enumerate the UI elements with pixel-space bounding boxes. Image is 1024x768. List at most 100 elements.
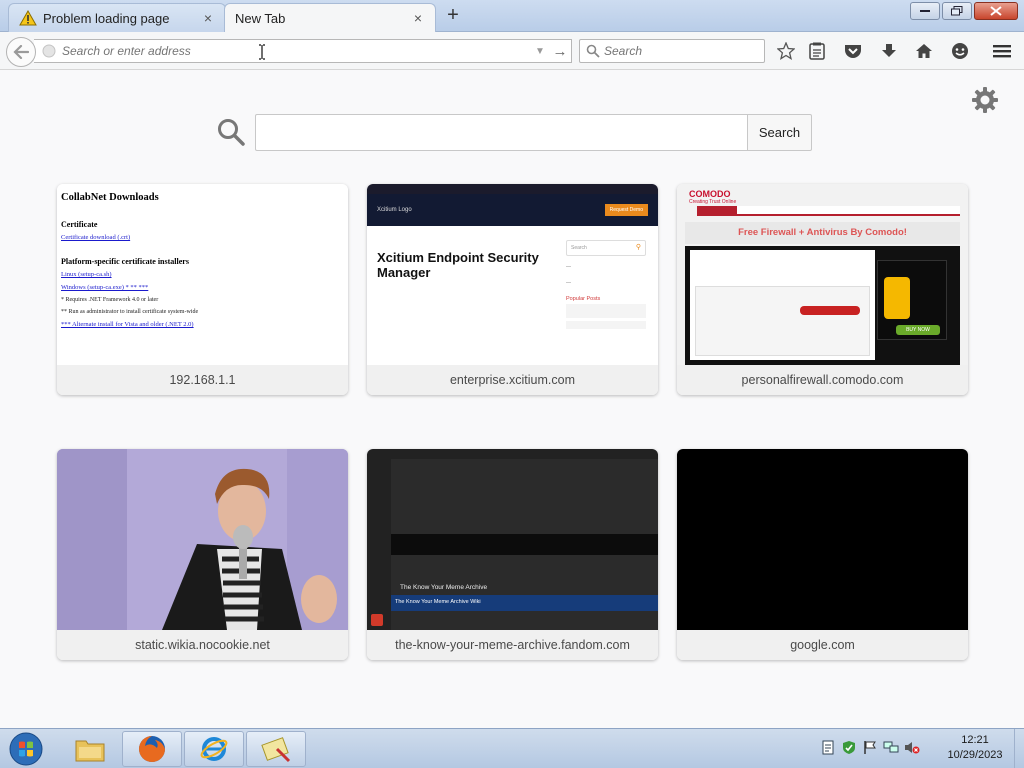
thumb-product-box: BUY NOW: [877, 260, 947, 340]
firefox-icon: [139, 736, 165, 762]
thumb-red-icon: [371, 614, 383, 626]
search-input[interactable]: [604, 44, 764, 58]
minimize-button[interactable]: [910, 2, 940, 20]
thumb-link: Certificate download (.crt): [61, 234, 131, 241]
tile-thumbnail: [677, 449, 968, 630]
tray-document-icon[interactable]: [820, 739, 836, 755]
top-site-tile[interactable]: static.wikia.nocookie.net: [57, 449, 348, 660]
paint-tool-icon: [261, 737, 291, 763]
thumb-search-box: Search ⚲: [566, 240, 646, 256]
pocket-icon[interactable]: [843, 41, 863, 61]
thumb-topbar: [367, 184, 658, 194]
thumb-link: Linux (setup-ca.sh): [61, 271, 112, 278]
tab-title: New Tab: [235, 10, 286, 26]
history-dropdown-icon[interactable]: ▼: [531, 46, 549, 57]
window-controls: [910, 2, 1018, 20]
bookmark-star-icon[interactable]: [776, 41, 796, 61]
content-search-input[interactable]: [255, 114, 748, 151]
tab-new-tab[interactable]: New Tab ×: [224, 3, 436, 32]
thumb-post: [566, 321, 646, 329]
tray-action-center-flag-icon[interactable]: [862, 739, 878, 755]
tile-label: personalfirewall.comodo.com: [677, 365, 968, 395]
thumb-red-button: [800, 306, 860, 315]
back-button[interactable]: [6, 37, 36, 67]
content-search-button[interactable]: Search: [747, 114, 812, 151]
taskbar-app[interactable]: [246, 731, 306, 767]
tile-label: the-know-your-meme-archive.fandom.com: [367, 630, 658, 660]
title-bar: Problem loading page × New Tab × +: [0, 0, 1024, 32]
thumb-panel: BUY NOW: [685, 246, 960, 365]
internet-explorer-icon: [200, 737, 228, 761]
close-tab-icon[interactable]: ×: [411, 11, 425, 25]
thumb-popular-posts: Popular Posts: [566, 296, 601, 302]
thumb-buy-button: BUY NOW: [896, 325, 940, 335]
system-clock[interactable]: 12:21 10/29/2023: [940, 733, 1010, 763]
comodo-logo: COMODO: [689, 189, 731, 199]
thumb-search-icon: ⚲: [635, 244, 641, 251]
clock-date: 10/29/2023: [947, 749, 1003, 761]
address-input[interactable]: [62, 44, 531, 58]
tile-label: google.com: [677, 630, 968, 660]
thumb-sidebar: Search ⚲ — — Popular Posts: [566, 240, 646, 329]
thumb-note: * Requires .NET Framework 4.0 or later: [61, 297, 159, 303]
address-bar[interactable]: ▼ →: [34, 39, 572, 63]
search-bar[interactable]: [579, 39, 765, 63]
thumb-hero-title: Xcitium Endpoint Security Manager: [377, 250, 539, 280]
thumb-subheading: Platform-specific certificate installers: [61, 257, 189, 266]
top-site-tile[interactable]: CollabNet Downloads Certificate Certific…: [57, 184, 348, 395]
thumb-brand: Xcitium Logo: [377, 207, 412, 213]
thumb-panel-inner: [690, 250, 875, 360]
taskbar-internet-explorer[interactable]: [184, 731, 244, 767]
tray-network-icon[interactable]: [883, 739, 899, 755]
tile-label: 192.168.1.1: [57, 365, 348, 395]
new-tab-plus-icon[interactable]: +: [442, 5, 464, 27]
tray-volume-muted-icon[interactable]: [904, 739, 920, 755]
taskbar-explorer[interactable]: [60, 731, 120, 767]
close-window-button[interactable]: [974, 2, 1018, 20]
tab-title: Problem loading page: [43, 10, 170, 26]
close-tab-icon[interactable]: ×: [201, 11, 215, 25]
restore-button[interactable]: [942, 2, 972, 20]
thumb-banner: Free Firewall + Antivirus By Comodo!: [685, 222, 960, 244]
thumb-note: ** Run as administrator to install certi…: [61, 309, 199, 315]
back-arrow-icon: [13, 45, 29, 59]
tile-label: enterprise.xcitium.com: [367, 365, 658, 395]
chat-smiley-icon[interactable]: [950, 41, 970, 61]
thumb-nav-bar: The Know Your Meme Archive Wiki: [391, 595, 658, 611]
minimize-icon: [920, 10, 930, 12]
top-site-tile[interactable]: COMODO Creating Trust Online Free Firewa…: [677, 184, 968, 395]
tile-thumbnail: [57, 449, 348, 630]
settings-gear-icon[interactable]: [971, 86, 999, 114]
search-icon: [218, 119, 245, 146]
tile-thumbnail: COMODO Creating Trust Online Free Firewa…: [677, 184, 968, 365]
folder-icon: [75, 740, 105, 762]
show-desktop-button[interactable]: [1014, 729, 1024, 768]
thumb-link: Windows (setup-ca.exe) * ** ***: [61, 284, 149, 291]
thumb-post: [566, 304, 646, 318]
top-site-tile[interactable]: Xcitium Logo Request Demo Xcitium Endpoi…: [367, 184, 658, 395]
hamburger-menu-icon[interactable]: [992, 41, 1012, 61]
thumb-menu: [697, 206, 960, 216]
downloads-icon[interactable]: [879, 41, 899, 61]
thumb-download-box: [695, 286, 870, 356]
top-site-tile[interactable]: The Know Your Meme Archive The Know Your…: [367, 449, 658, 660]
search-icon: [586, 44, 600, 58]
tile-label: static.wikia.nocookie.net: [57, 630, 348, 660]
taskbar-firefox[interactable]: [122, 731, 182, 767]
restore-icon: [951, 6, 963, 16]
tile-thumbnail: CollabNet Downloads Certificate Certific…: [57, 184, 348, 365]
thumb-button: Request Demo: [604, 204, 648, 216]
tray-security-shield-icon[interactable]: [841, 739, 857, 755]
bookmarks-menu-icon[interactable]: [807, 41, 827, 61]
go-arrow-icon[interactable]: →: [549, 43, 571, 60]
system-tray: [820, 739, 920, 755]
thumb-heading: CollabNet Downloads: [61, 192, 159, 203]
site-identity-icon: [42, 44, 56, 58]
start-button[interactable]: [4, 731, 48, 767]
windows-start-icon: [9, 732, 43, 766]
top-site-tile[interactable]: google.com: [677, 449, 968, 660]
tab-problem-loading[interactable]: Problem loading page ×: [8, 3, 226, 32]
tile-thumbnail: Xcitium Logo Request Demo Xcitium Endpoi…: [367, 184, 658, 365]
comodo-c-logo: [884, 277, 910, 319]
home-icon[interactable]: [914, 41, 934, 61]
